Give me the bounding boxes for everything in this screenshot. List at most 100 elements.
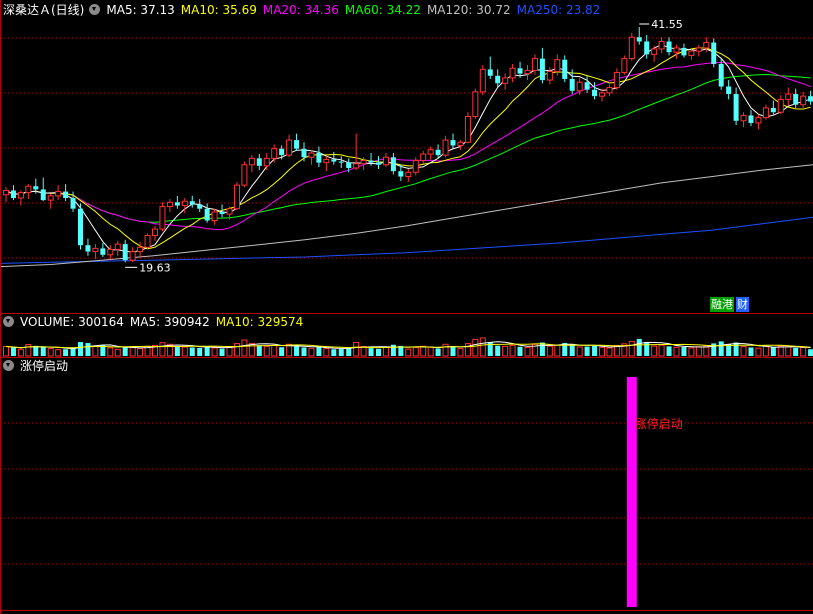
candle-body xyxy=(248,157,255,166)
volume-bar xyxy=(681,347,687,356)
volume-bar xyxy=(651,345,658,357)
candle-body xyxy=(740,114,747,122)
candle-body xyxy=(107,248,114,256)
candle-body xyxy=(92,247,99,253)
candle-body xyxy=(25,185,32,194)
volume-bar xyxy=(47,348,54,357)
candle-body xyxy=(539,58,545,81)
ma-legend-item: MA60: 34.22 xyxy=(344,3,421,17)
candle-body xyxy=(726,86,732,95)
candle-body xyxy=(770,107,776,113)
volume-bar xyxy=(755,347,762,357)
candle-body xyxy=(636,37,642,42)
candle-body xyxy=(808,96,813,102)
volume-bar xyxy=(666,346,672,356)
volume-bar xyxy=(546,345,553,357)
ma-legend-item: MA5: 37.13 xyxy=(106,3,175,17)
volume-bar xyxy=(442,343,449,357)
volume-chart xyxy=(3,337,813,357)
volume-bar xyxy=(226,346,233,357)
candle-body xyxy=(323,158,330,164)
volume-bar xyxy=(308,347,315,357)
volume-bar xyxy=(800,346,807,357)
tag-right[interactable]: 财 xyxy=(736,297,749,312)
candle-body xyxy=(197,204,203,209)
candle-body xyxy=(271,148,278,159)
candle-body xyxy=(546,70,553,81)
candle-body xyxy=(562,59,568,79)
volume-bar xyxy=(382,346,389,357)
volume-bar xyxy=(353,342,360,357)
candle-body xyxy=(17,192,24,199)
candle-body xyxy=(420,153,427,161)
candle-body xyxy=(174,202,180,206)
dropdown-toggle-icon[interactable] xyxy=(3,316,14,327)
volume-bar xyxy=(793,347,799,356)
candle-body xyxy=(398,171,404,177)
volume-bar xyxy=(233,343,240,357)
candle-body xyxy=(592,89,598,97)
candle-body xyxy=(628,36,635,60)
stock-chart-window: 41.55 19.63 深桑达Ａ(日线) MA5: 37.13 MA10: 35.69… xyxy=(0,0,813,614)
volume-bar xyxy=(405,348,412,357)
candle-body xyxy=(10,190,16,198)
volume-bar xyxy=(114,348,121,357)
candle-body xyxy=(294,140,300,149)
candle-body xyxy=(718,63,724,87)
high-label: 41.55 xyxy=(651,18,683,31)
candle-body xyxy=(762,107,769,119)
volume-bar xyxy=(85,342,91,356)
signal-bar xyxy=(626,377,637,607)
volume-bar xyxy=(368,348,374,356)
volume-bar xyxy=(301,347,307,356)
candle-body xyxy=(63,191,69,198)
volume-bar xyxy=(204,346,210,356)
candle-body xyxy=(100,248,106,255)
volume-bar xyxy=(628,340,635,357)
candle-body xyxy=(584,82,590,90)
candle-body xyxy=(353,163,360,169)
candle-body xyxy=(435,149,441,156)
candle-body xyxy=(40,189,46,201)
volume-bar xyxy=(271,344,278,357)
candle-body xyxy=(376,162,381,165)
candle-body xyxy=(181,200,188,207)
candle-body xyxy=(360,159,367,165)
candle-body xyxy=(286,139,293,156)
volume-ma5-label: MA5: 390942 xyxy=(129,315,210,329)
ma120-line xyxy=(0,164,813,268)
candle-body xyxy=(524,69,531,75)
volume-bar xyxy=(554,344,561,357)
candle-body xyxy=(211,211,218,222)
stock-title: 深桑达Ａ(日线) xyxy=(3,3,85,17)
candle-body xyxy=(777,98,784,113)
volume-bar xyxy=(390,344,396,356)
candle-body xyxy=(189,201,195,205)
volume-bar xyxy=(584,346,590,356)
candle-body xyxy=(442,139,449,156)
candle-body xyxy=(703,42,710,49)
left-border xyxy=(0,0,1,614)
candle-body xyxy=(472,91,479,118)
dropdown-toggle-icon[interactable] xyxy=(89,4,101,15)
tag-left[interactable]: 融港 xyxy=(710,297,734,312)
candle-body xyxy=(137,246,144,253)
volume-bar xyxy=(412,346,419,357)
volume-bar xyxy=(658,344,665,357)
candle-body xyxy=(159,206,166,230)
candle-body xyxy=(308,152,315,158)
candle-body xyxy=(405,171,412,178)
volume-bar xyxy=(450,346,456,356)
ma-legend-item: MA10: 35.69 xyxy=(180,3,257,17)
candle-body xyxy=(785,93,792,100)
volume-bar xyxy=(524,346,531,357)
volume-bar xyxy=(495,345,501,356)
candle-body xyxy=(450,140,456,146)
volume-legend: VOLUME: 300164 MA5: 390942 MA10: 329574 xyxy=(0,314,309,330)
volume-bar xyxy=(733,342,739,356)
signal-label: 涨停启动 xyxy=(635,416,683,431)
volume-bar xyxy=(695,346,702,357)
candle-body xyxy=(241,164,248,186)
candle-body xyxy=(673,47,680,53)
volume-bar xyxy=(219,348,225,356)
